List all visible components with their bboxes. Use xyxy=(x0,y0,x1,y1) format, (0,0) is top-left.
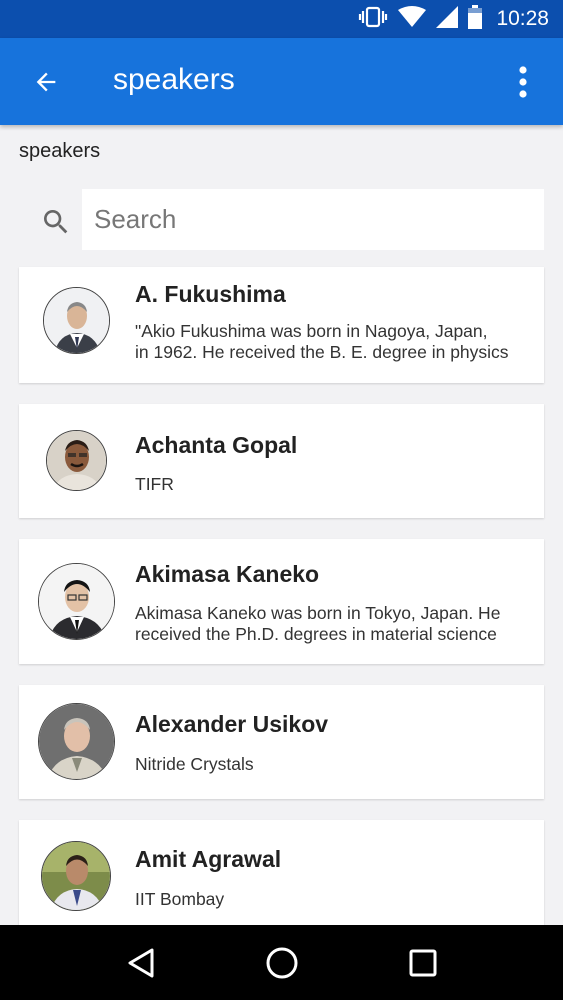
nav-home-button[interactable] xyxy=(258,939,306,987)
speaker-name: A. Fukushima xyxy=(135,281,286,307)
system-nav-bar xyxy=(0,925,563,1000)
more-vert-icon xyxy=(519,66,527,98)
clock: 10:28 xyxy=(496,7,549,30)
speaker-description-line: Akimasa Kaneko was born in Tokyo, Japan.… xyxy=(135,603,501,623)
speaker-description-line: Nitride Crystals xyxy=(135,754,254,774)
battery-icon xyxy=(468,4,483,34)
avatar xyxy=(43,287,110,354)
speaker-card[interactable]: Akimasa Kaneko Akimasa Kaneko was born i… xyxy=(19,539,544,664)
section-label: speakers xyxy=(19,140,101,162)
nav-recents-button[interactable] xyxy=(399,939,447,987)
overflow-menu-button[interactable] xyxy=(505,60,541,104)
speaker-description: Akimasa Kaneko was born in Tokyo, Japan.… xyxy=(135,603,526,645)
speaker-description-line: in 1962. He received the B. E. degree in… xyxy=(135,342,509,362)
speaker-description: IIT Bombay xyxy=(135,889,526,910)
vibrate-icon xyxy=(358,5,388,34)
search-input[interactable] xyxy=(82,189,544,250)
app-title: speakers xyxy=(113,63,235,96)
speaker-description-line: IIT Bombay xyxy=(135,889,225,909)
speaker-description-line: TIFR xyxy=(135,474,174,494)
speaker-card[interactable]: A. Fukushima "Akio Fukushima was born in… xyxy=(19,267,544,383)
speaker-description: Nitride Crystals xyxy=(135,754,526,775)
triangle-back-icon xyxy=(128,948,153,977)
app-bar: speakers xyxy=(0,38,563,125)
arrow-back-icon xyxy=(36,72,56,92)
speaker-description-line: "Akio Fukushima was born in Nagoya, Japa… xyxy=(135,321,488,341)
nav-back-button[interactable] xyxy=(117,939,165,987)
speaker-name: Amit Agrawal xyxy=(135,846,282,872)
avatar xyxy=(38,703,115,780)
status-bar: 10:28 xyxy=(0,0,563,38)
avatar xyxy=(46,430,107,491)
wifi-icon xyxy=(398,5,427,33)
square-recents-icon xyxy=(409,949,436,976)
speaker-card[interactable]: Alexander Usikov Nitride Crystals xyxy=(19,685,544,799)
avatar xyxy=(41,841,111,911)
speaker-card[interactable]: Achanta Gopal TIFR xyxy=(19,404,544,518)
speaker-description: TIFR xyxy=(135,474,526,495)
speaker-name: Akimasa Kaneko xyxy=(135,561,320,587)
speaker-name: Achanta Gopal xyxy=(135,432,298,458)
back-button[interactable] xyxy=(24,60,68,104)
speaker-card[interactable]: Amit Agrawal IIT Bombay xyxy=(19,820,544,925)
speaker-name: Alexander Usikov xyxy=(135,711,329,737)
signal-icon xyxy=(436,5,459,33)
speaker-description-line: received the Ph.D. degrees in material s… xyxy=(135,624,497,644)
avatar xyxy=(38,563,115,640)
speaker-description: "Akio Fukushima was born in Nagoya, Japa… xyxy=(135,321,526,363)
circle-home-icon xyxy=(266,947,297,978)
search-icon xyxy=(44,210,68,234)
